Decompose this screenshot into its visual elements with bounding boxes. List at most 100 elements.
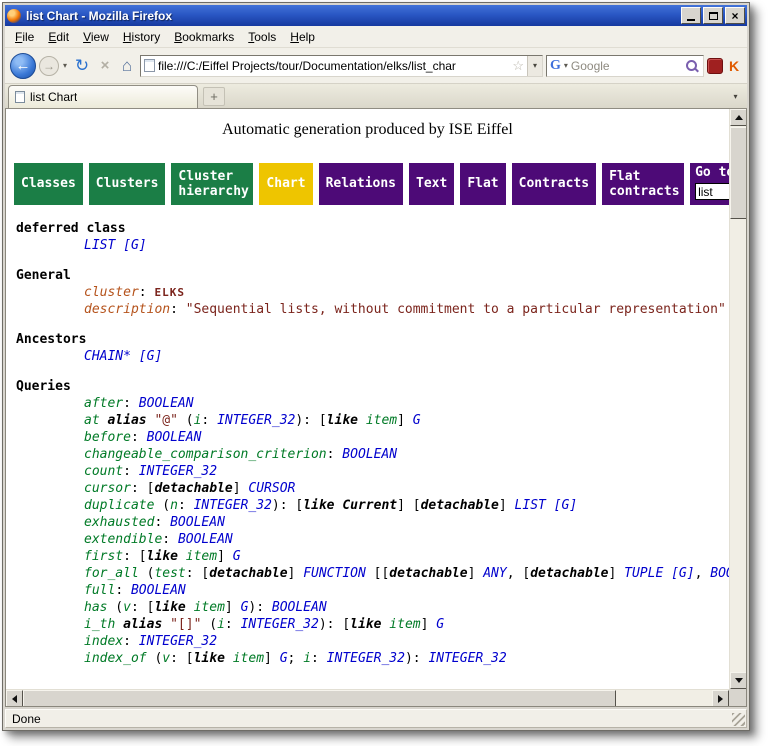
horizontal-scroll-thumb[interactable] bbox=[23, 690, 616, 707]
menu-view[interactable]: View bbox=[76, 27, 116, 47]
search-input[interactable] bbox=[571, 59, 683, 73]
code-token: BOOLEAN bbox=[710, 566, 729, 581]
goto-input[interactable] bbox=[695, 183, 729, 200]
code-token: ( bbox=[201, 617, 217, 632]
code-token: index_of bbox=[84, 651, 147, 666]
code-token: ] bbox=[264, 651, 280, 666]
code-token: "Sequential lists, without commitment to… bbox=[186, 302, 726, 317]
reload-button[interactable]: ↻ bbox=[71, 57, 93, 74]
code-token: i bbox=[217, 617, 225, 632]
close-button[interactable]: × bbox=[725, 7, 745, 24]
resize-grip[interactable] bbox=[732, 713, 745, 726]
code-token: alias bbox=[107, 413, 146, 428]
menu-edit[interactable]: Edit bbox=[41, 27, 76, 47]
code-token: CHAIN* [G] bbox=[84, 349, 162, 364]
code-line: for_all (test: [detachable] FUNCTION [[d… bbox=[16, 565, 729, 582]
tab-list-chart[interactable]: list Chart bbox=[8, 85, 198, 108]
forward-button[interactable]: → bbox=[39, 56, 59, 76]
nav-chart[interactable]: Chart bbox=[259, 163, 312, 205]
nav-cluster-hierarchy[interactable]: Cluster hierarchy bbox=[171, 163, 253, 205]
titlebar[interactable]: list Chart - Mozilla Firefox × bbox=[5, 5, 747, 26]
code-token: cursor bbox=[84, 481, 131, 496]
list-tabs-button[interactable]: ▾ bbox=[727, 87, 744, 106]
nav-flat[interactable]: Flat bbox=[460, 163, 505, 205]
bookmark-star-icon[interactable]: ☆ bbox=[512, 59, 524, 72]
minimize-button[interactable] bbox=[681, 7, 701, 24]
code-token: item bbox=[389, 617, 420, 632]
nav-text[interactable]: Text bbox=[409, 163, 454, 205]
code-token: : bbox=[178, 498, 194, 513]
vertical-scrollbar[interactable] bbox=[729, 109, 746, 689]
code-token: ] bbox=[421, 617, 437, 632]
code-token: BOOLEAN bbox=[147, 430, 202, 445]
url-dropdown-button[interactable]: ▾ bbox=[527, 56, 542, 76]
code-token bbox=[225, 651, 233, 666]
code-token: duplicate bbox=[84, 498, 154, 513]
scroll-left-button[interactable] bbox=[6, 690, 23, 707]
maximize-button[interactable] bbox=[703, 7, 723, 24]
nav-flat-contracts[interactable]: Flat contracts bbox=[602, 163, 684, 205]
history-dropdown-button[interactable]: ▾ bbox=[62, 61, 68, 70]
up-arrow-icon bbox=[735, 115, 743, 120]
code-token: ANY bbox=[483, 566, 506, 581]
vertical-scroll-thumb[interactable] bbox=[730, 127, 747, 219]
code-token: ( bbox=[139, 566, 155, 581]
close-icon: × bbox=[731, 10, 738, 22]
code-token: for_all bbox=[84, 566, 139, 581]
code-line: count: INTEGER_32 bbox=[16, 463, 729, 480]
menu-bookmarks[interactable]: Bookmarks bbox=[167, 27, 241, 47]
code-token: : bbox=[131, 430, 147, 445]
addon-icon-k[interactable]: K bbox=[726, 59, 742, 73]
code-token: ): [ bbox=[295, 413, 326, 428]
new-tab-button[interactable]: + bbox=[203, 87, 225, 106]
menu-tools[interactable]: Tools bbox=[241, 27, 283, 47]
code-line: first: [like item] G bbox=[16, 548, 729, 565]
code-line: full: BOOLEAN bbox=[16, 582, 729, 599]
navigation-toolbar: ← → ▾ ↻ × ⌂ ☆ ▾ G ▾ K bbox=[5, 48, 747, 84]
code-token: ( bbox=[178, 413, 194, 428]
nav-relations[interactable]: Relations bbox=[319, 163, 403, 205]
scrollbar-corner bbox=[729, 689, 746, 706]
code-line: extendible: BOOLEAN bbox=[16, 531, 729, 548]
menu-history[interactable]: History bbox=[116, 27, 167, 47]
code-token: : bbox=[162, 532, 178, 547]
scroll-up-button[interactable] bbox=[730, 109, 747, 126]
back-button[interactable]: ← bbox=[10, 53, 36, 79]
home-button[interactable]: ⌂ bbox=[117, 57, 137, 74]
addon-icon-red[interactable] bbox=[707, 58, 723, 74]
code-token: ): [ bbox=[272, 498, 303, 513]
firefox-window: list Chart - Mozilla Firefox × FileEditV… bbox=[2, 2, 750, 731]
search-engine-dropdown[interactable]: ▾ bbox=[563, 61, 569, 70]
scroll-right-button[interactable] bbox=[712, 690, 729, 707]
code-token: like bbox=[350, 617, 381, 632]
code-line: cursor: [detachable] CURSOR bbox=[16, 480, 729, 497]
status-text: Done bbox=[12, 712, 41, 726]
code-token: Current bbox=[342, 498, 397, 513]
url-input[interactable] bbox=[158, 57, 509, 75]
stop-button[interactable]: × bbox=[96, 58, 114, 73]
code-token: , bbox=[695, 566, 711, 581]
nav-clusters[interactable]: Clusters bbox=[89, 163, 166, 205]
code-token: ( bbox=[154, 498, 170, 513]
code-token: INTEGER_32 bbox=[139, 464, 217, 479]
code-token: : bbox=[201, 413, 217, 428]
code-token: first bbox=[84, 549, 123, 564]
horizontal-scrollbar[interactable] bbox=[6, 689, 729, 706]
code-line: duplicate (n: INTEGER_32): [like Current… bbox=[16, 497, 729, 514]
code-token bbox=[178, 549, 186, 564]
code-token: ] bbox=[468, 566, 484, 581]
code-token: ): bbox=[248, 600, 271, 615]
menu-help[interactable]: Help bbox=[283, 27, 322, 47]
menu-file[interactable]: File bbox=[8, 27, 41, 47]
search-icon[interactable] bbox=[685, 59, 699, 73]
scroll-down-button[interactable] bbox=[730, 672, 747, 689]
nav-classes[interactable]: Classes bbox=[14, 163, 83, 205]
code-token: has bbox=[84, 600, 107, 615]
code-token: FUNCTION bbox=[303, 566, 366, 581]
code-token: v bbox=[162, 651, 170, 666]
nav-contracts[interactable]: Contracts bbox=[512, 163, 596, 205]
code-token: BOOLEAN bbox=[139, 396, 194, 411]
code-token: "[]" bbox=[170, 617, 201, 632]
code-token: item bbox=[194, 600, 225, 615]
page-banner: Automatic generation produced by ISE Eif… bbox=[6, 121, 729, 139]
